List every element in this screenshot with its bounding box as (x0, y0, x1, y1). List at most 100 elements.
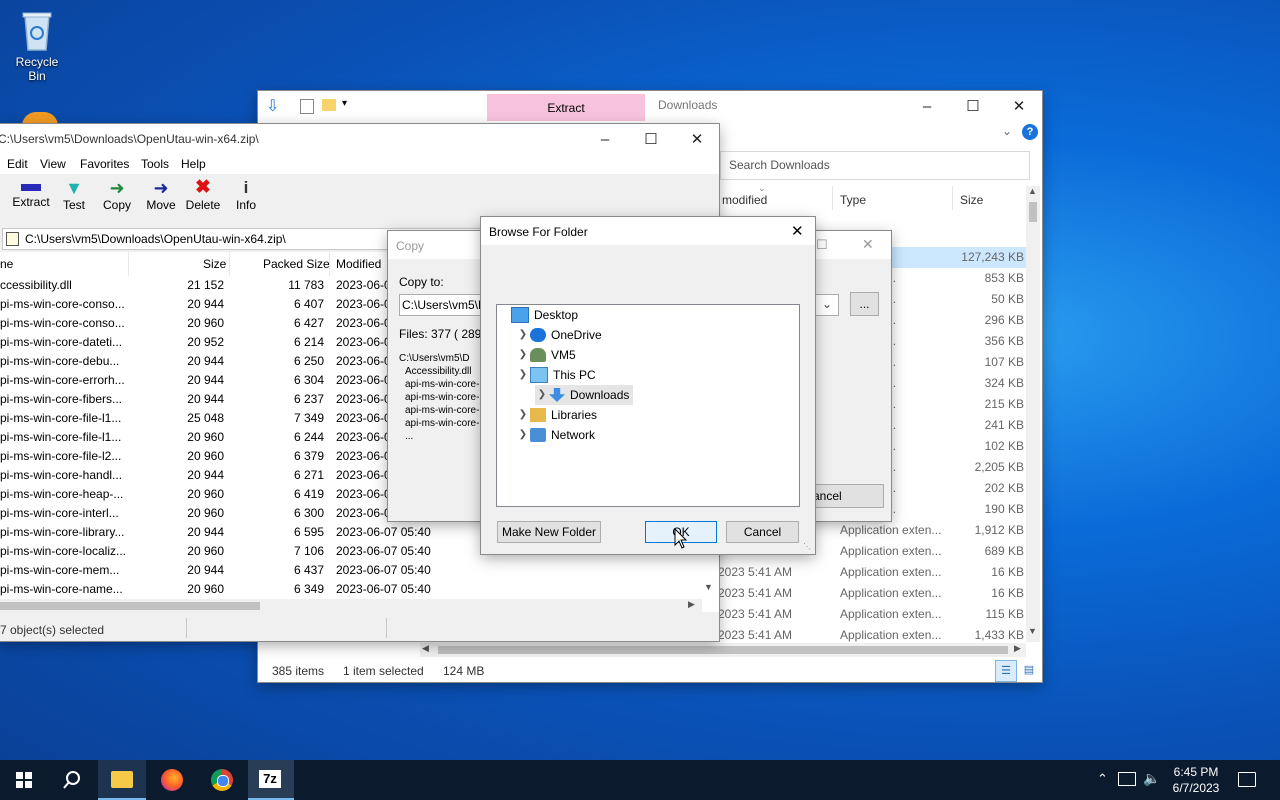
toolbar-extract-button[interactable]: Extract (8, 178, 54, 209)
taskbar-file-explorer[interactable] (98, 760, 146, 800)
row-type: Application exten... (840, 523, 942, 537)
table-row[interactable]: pi-ms-win-core-mem... 20 944 6 437 2023-06-… (0, 561, 719, 580)
browse-dialog-close-button[interactable]: ✕ (791, 222, 804, 240)
toolbar-delete-button[interactable]: ✖ Delete (182, 178, 224, 213)
explorer-hscroll-thumb[interactable] (438, 646, 1008, 654)
explorer-horizontal-scrollbar[interactable]: ◀ ▶ (420, 643, 1026, 657)
tree-item-vm5[interactable]: ❯ VM5 (516, 345, 576, 365)
files-size-label: ( 289 (454, 327, 482, 341)
resize-grip-icon[interactable]: ⋱ (803, 542, 811, 551)
column-header-size[interactable]: Size (960, 193, 983, 207)
toolbar-info-button[interactable]: i Info (226, 178, 266, 212)
explorer-status-selected: 1 item selected (343, 664, 424, 678)
sevenzip-menubar[interactable]: Edit View Favorites Tools Help (0, 154, 719, 174)
properties-icon[interactable] (300, 99, 314, 114)
list-item[interactable]: 2023 5:41 AM Application exten... 115 KB (716, 604, 1026, 625)
tree-item-network[interactable]: ❯ Network (516, 425, 595, 445)
taskbar[interactable]: 7z ⌃ 🔈 6:45 PM 6/7/2023 (0, 760, 1280, 800)
row-size: 20 960 (187, 506, 224, 520)
menu-view[interactable]: View (40, 157, 66, 171)
table-row[interactable]: pi-ms-win-core-name... 20 960 6 349 2023-06… (0, 580, 719, 599)
ribbon-tab-extract[interactable]: Extract (487, 94, 645, 121)
menu-favorites[interactable]: Favorites (80, 157, 129, 171)
browse-dialog-titlebar[interactable]: Browse For Folder ✕ (481, 217, 815, 245)
sevenzip-maximize-button[interactable]: ☐ (628, 124, 674, 154)
copy-dialog-maximize-button[interactable]: ☐ (816, 237, 828, 253)
network-status-icon[interactable] (1118, 772, 1136, 786)
browse-path-button[interactable]: ... (850, 292, 879, 316)
list-item[interactable]: 2023 5:41 AM Application exten... 1,433 KB (716, 625, 1026, 643)
tree-item-this-pc[interactable]: ❯ This PC (516, 365, 596, 385)
tree-expand-chevron-icon[interactable]: ❯ (516, 345, 530, 365)
taskbar-search-button[interactable] (48, 760, 96, 800)
folder-tree[interactable]: Desktop ❯ OneDrive ❯ VM5 ❯ This PC ❯ Downloads ❯ L… (496, 304, 800, 507)
row-name: pi-ms-win-core-localiz... (0, 544, 127, 558)
row-modified: 2023-06-0 (336, 430, 391, 444)
row-type: Application exten... (840, 544, 942, 558)
row-size: 20 960 (187, 582, 224, 596)
sevenzip-horizontal-scrollbar[interactable]: ▶ (0, 599, 702, 613)
tree-expand-chevron-icon[interactable]: ❯ (516, 325, 530, 345)
browse-cancel-button[interactable]: Cancel (726, 521, 799, 543)
taskbar-firefox[interactable] (148, 760, 196, 800)
notification-center-icon[interactable] (1238, 772, 1256, 787)
tree-expand-chevron-icon[interactable]: ❯ (516, 405, 530, 425)
tree-expand-chevron-icon[interactable]: ❯ (535, 385, 549, 405)
recycle-bin[interactable]: Recycle Bin (6, 8, 68, 83)
tree-expand-chevron-icon[interactable]: ❯ (516, 425, 530, 445)
folder-icon[interactable] (322, 99, 336, 111)
list-item[interactable]: 2023 5:41 AM Application exten... 16 KB (716, 583, 1026, 604)
taskbar-7zip[interactable]: 7z (248, 760, 294, 800)
close-button[interactable]: ✕ (996, 91, 1042, 121)
toolbar-copy-button[interactable]: ➜ Copy (96, 178, 138, 212)
explorer-vertical-scrollbar[interactable]: ▲ ▼ (1026, 186, 1040, 642)
taskbar-chrome[interactable] (198, 760, 246, 800)
tiles-view-button[interactable]: ▤ (1019, 660, 1039, 680)
taskbar-clock[interactable]: 6:45 PM 6/7/2023 (1166, 764, 1226, 796)
tree-item-libraries[interactable]: ❯ Libraries (516, 405, 597, 425)
volume-muted-icon[interactable]: 🔈 (1143, 770, 1160, 787)
down-arrow-icon[interactable]: ⇩ (266, 96, 279, 116)
tree-item-downloads[interactable]: ❯ Downloads (535, 385, 634, 405)
sevenzip-hscroll-thumb[interactable] (0, 602, 260, 610)
column-header-modified[interactable]: modified (722, 193, 767, 207)
chevron-down-icon[interactable]: ⌄ (1002, 124, 1012, 138)
column-header-name[interactable]: ne (0, 257, 13, 271)
toolbar-move-button[interactable]: ➜ Move (140, 178, 182, 212)
make-new-folder-button[interactable]: Make New Folder (497, 521, 601, 543)
sevenzip-close-button[interactable]: ✕ (674, 124, 720, 154)
tree-item-onedrive[interactable]: ❯ OneDrive (516, 325, 602, 345)
tray-overflow-chevron-icon[interactable]: ⌃ (1097, 771, 1108, 787)
column-header-type[interactable]: Type (840, 193, 866, 207)
search-input[interactable]: Search Downloads (729, 158, 830, 172)
sevenzip-minimize-button[interactable]: – (582, 124, 628, 154)
start-button[interactable] (0, 760, 48, 800)
row-modified: 2023-06-0 (336, 278, 391, 292)
copy-dialog-close-button[interactable]: ✕ (862, 236, 874, 253)
toolbar-test-button[interactable]: ▼ Test (54, 178, 94, 212)
search-box[interactable]: Search Downloads (720, 151, 1030, 180)
menu-help[interactable]: Help (181, 157, 206, 171)
details-view-button[interactable]: ☰ (995, 660, 1017, 682)
tree-item-desktop[interactable]: Desktop (497, 305, 578, 325)
column-header-packed[interactable]: Packed Size (263, 257, 330, 271)
browse-folder-dialog[interactable]: Browse For Folder ✕ Desktop ❯ OneDrive ❯ VM5… (481, 217, 815, 554)
column-header-modified-7z[interactable]: Modified (336, 257, 381, 271)
list-item[interactable]: 2023 5:41 AM Application exten... 16 KB (716, 562, 1026, 583)
maximize-button[interactable]: ☐ (950, 91, 996, 121)
row-size: 20 944 (187, 354, 224, 368)
sevenzip-titlebar[interactable]: C:\Users\vm5\Downloads\OpenUtau-win-x64.… (0, 124, 719, 154)
minimize-button[interactable]: – (904, 91, 950, 121)
menu-tools[interactable]: Tools (141, 157, 169, 171)
dropdown-icon[interactable]: ▾ (342, 98, 347, 109)
sevenzip-address-text[interactable]: C:\Users\vm5\Downloads\OpenUtau-win-x64.… (25, 232, 286, 246)
explorer-titlebar[interactable]: ⇩ ▾ Extract Downloads – ☐ ✕ (258, 91, 1042, 121)
menu-edit[interactable]: Edit (7, 157, 28, 171)
tree-expand-chevron-icon[interactable]: ❯ (516, 365, 530, 385)
folder-tree-items[interactable]: Desktop ❯ OneDrive ❯ VM5 ❯ This PC ❯ Downloads ❯ L… (497, 305, 797, 505)
toolbar-extract-label: Extract (12, 195, 50, 209)
column-header-size-7z[interactable]: Size (203, 257, 226, 271)
copy-dialog-cancel-button[interactable]: ancel (808, 484, 884, 508)
explorer-scroll-thumb[interactable] (1029, 202, 1037, 222)
help-icon[interactable]: ? (1022, 124, 1038, 140)
